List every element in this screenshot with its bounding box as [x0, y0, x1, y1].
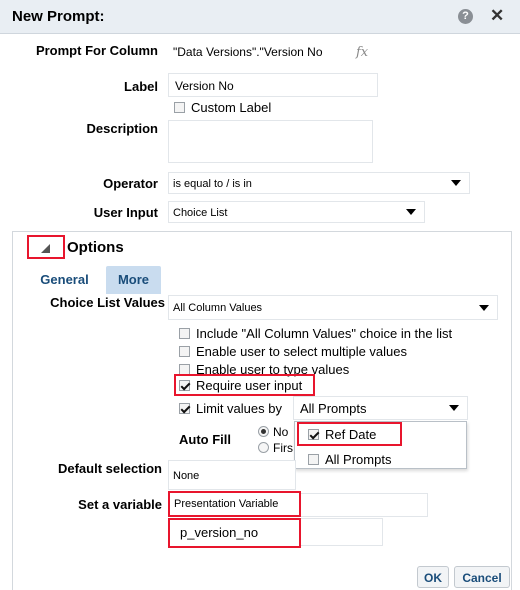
custom-label-text: Custom Label	[191, 100, 272, 115]
auto-fill-radio-no[interactable]: No	[258, 425, 288, 439]
checkbox-box[interactable]	[179, 380, 190, 391]
label-input[interactable]: Version No	[168, 73, 378, 97]
auto-fill-radio-first[interactable]: Firs	[258, 441, 294, 455]
triangle-collapse-icon	[41, 244, 50, 253]
radio-label: Firs	[273, 441, 293, 455]
help-icon[interactable]: ?	[458, 9, 473, 24]
default-selection-label: Default selection	[57, 461, 162, 476]
checkbox-label: Include "All Column Values" choice in th…	[196, 326, 453, 341]
custom-label-box[interactable]	[174, 102, 185, 113]
default-selection-select[interactable]: None	[168, 460, 296, 490]
checkbox-box[interactable]	[308, 454, 319, 465]
radio-button[interactable]	[258, 426, 269, 437]
dropdown-item-ref-date[interactable]: Ref Date	[308, 427, 376, 442]
prompt-for-column-value: "Data Versions"."Version No	[173, 45, 323, 59]
operator-select[interactable]: is equal to / is in	[168, 172, 470, 194]
tab-more[interactable]: More	[106, 266, 161, 294]
radio-label: No	[273, 425, 289, 439]
dropdown-item-label: Ref Date	[325, 427, 377, 442]
description-label: Description	[86, 121, 158, 136]
chevron-down-icon	[449, 405, 459, 411]
label-label: Label	[124, 79, 158, 94]
checkbox-box[interactable]	[179, 346, 190, 357]
options-collapse-toggle[interactable]	[27, 235, 65, 259]
user-input-value: Choice List	[173, 207, 228, 219]
chevron-down-icon	[479, 304, 489, 311]
prompt-for-column-label: Prompt For Column	[35, 43, 158, 58]
description-input[interactable]	[168, 120, 373, 163]
checkbox-label: Require user input	[196, 378, 303, 393]
set-variable-label: Set a variable	[78, 497, 162, 512]
checkbox-box[interactable]	[308, 429, 319, 440]
limit-values-select[interactable]: All Prompts	[293, 396, 468, 420]
checkbox-box[interactable]	[179, 403, 190, 414]
dialog-title: New Prompt:	[12, 8, 105, 25]
fx-icon[interactable]: fx	[356, 45, 368, 60]
require-user-input-checkbox[interactable]: Require user input	[179, 378, 302, 393]
choice-list-values-value: All Column Values	[173, 302, 263, 314]
operator-label: Operator	[103, 176, 158, 191]
include-all-values-checkbox[interactable]: Include "All Column Values" choice in th…	[179, 326, 452, 341]
checkbox-box[interactable]	[179, 328, 190, 339]
choice-list-values-label: Choice List Values	[50, 295, 165, 310]
limit-values-checkbox[interactable]: Limit values by	[179, 401, 282, 416]
checkbox-label: Enable user to select multiple values	[196, 344, 408, 359]
limit-values-value: All Prompts	[300, 401, 367, 416]
user-input-select[interactable]: Choice List	[168, 201, 425, 223]
user-input-label: User Input	[93, 205, 158, 220]
cancel-button[interactable]: Cancel	[454, 566, 510, 588]
checkbox-label: Limit values by	[196, 401, 282, 416]
chevron-down-icon	[406, 209, 416, 215]
dropdown-item-all-prompts[interactable]: All Prompts	[308, 452, 391, 467]
close-icon[interactable]: ✕	[490, 6, 504, 26]
multiple-values-checkbox[interactable]: Enable user to select multiple values	[179, 344, 407, 359]
tab-general[interactable]: General	[33, 266, 96, 294]
auto-fill-label: Auto Fill	[179, 432, 231, 447]
dropdown-item-label: All Prompts	[325, 452, 392, 467]
chevron-down-icon	[451, 180, 461, 186]
operator-value: is equal to / is in	[173, 178, 252, 190]
choice-list-values-select[interactable]: All Column Values	[168, 295, 498, 320]
options-header: Options	[67, 239, 124, 256]
variable-name-input[interactable]: p_version_no	[168, 518, 301, 548]
set-variable-type-select[interactable]: Presentation Variable	[168, 491, 301, 517]
radio-button[interactable]	[258, 442, 269, 453]
ok-button[interactable]: OK	[417, 566, 449, 588]
custom-label-checkbox[interactable]: Custom Label	[174, 100, 271, 115]
